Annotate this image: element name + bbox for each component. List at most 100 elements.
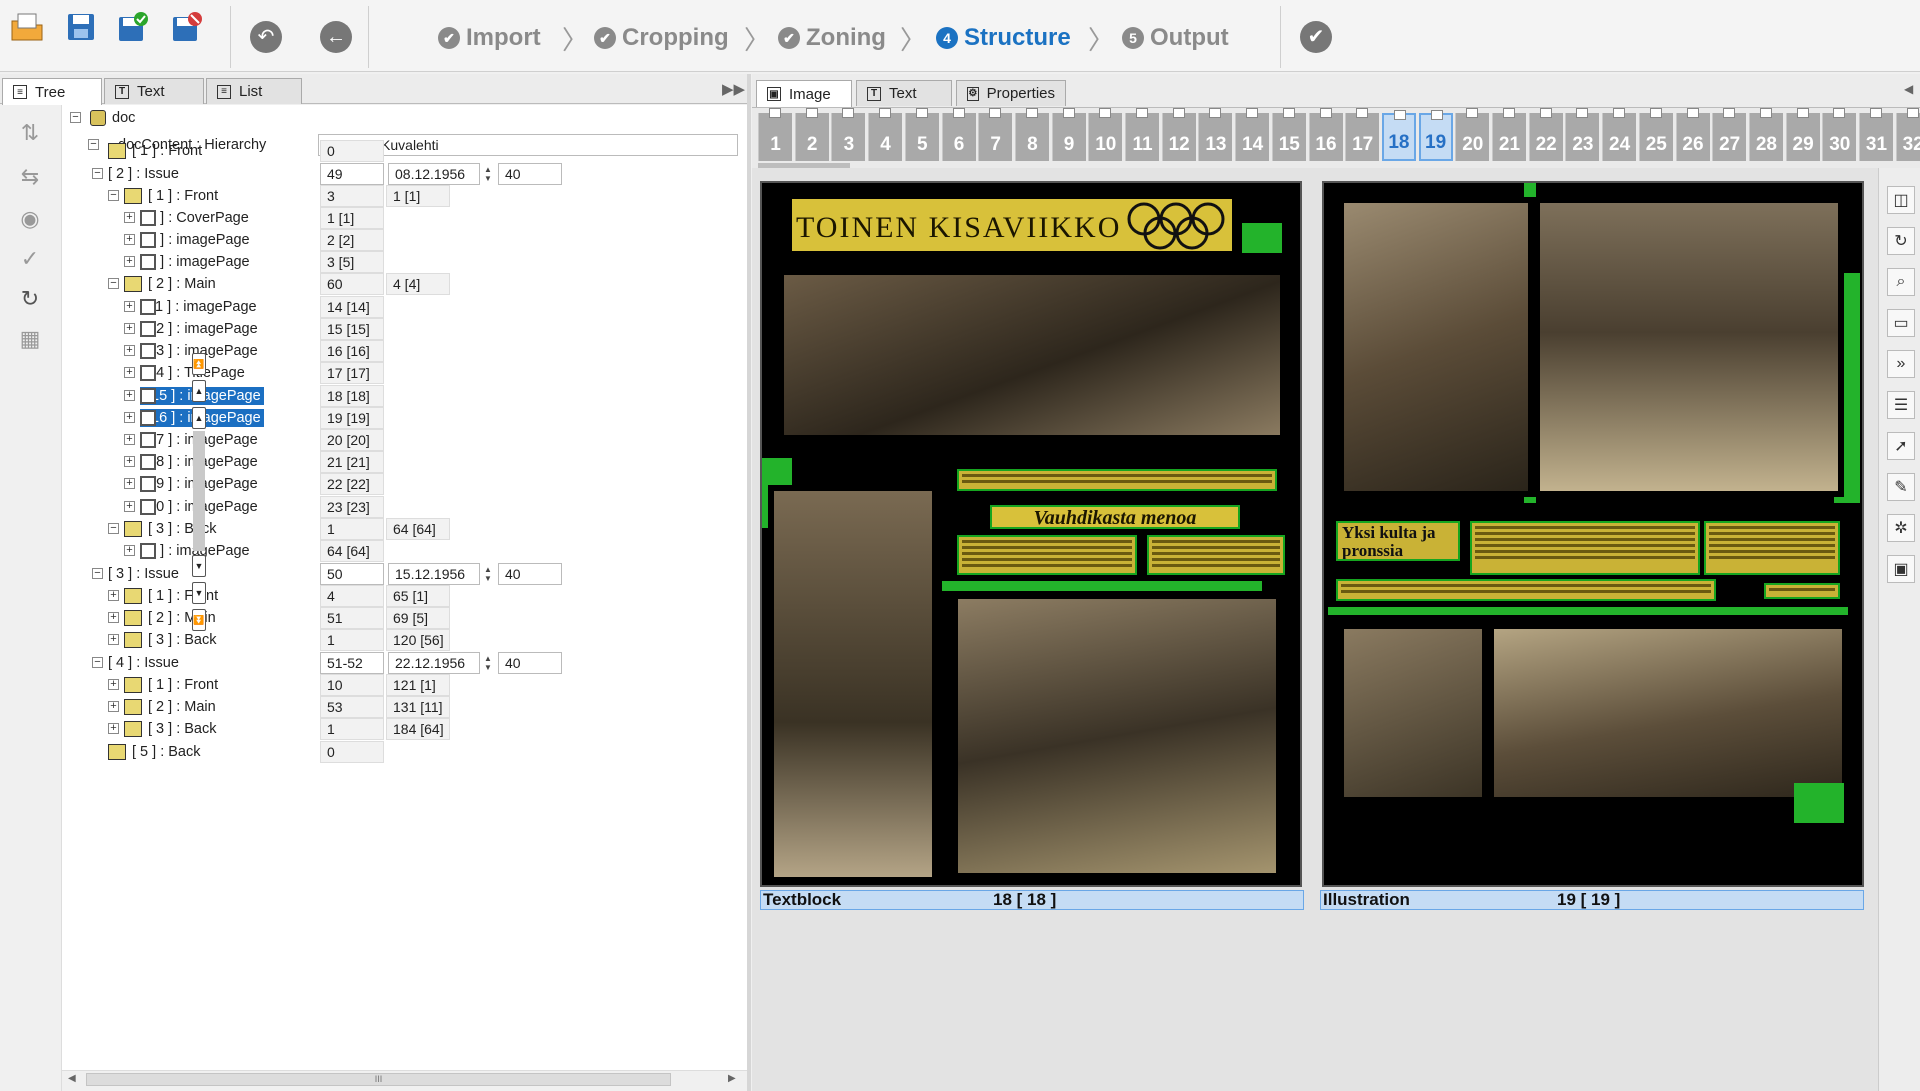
undo-icon[interactable]: ↶ — [245, 16, 287, 58]
zoom-icon[interactable]: ⌕ — [1887, 268, 1915, 296]
node-page-field[interactable]: 69 [5] — [386, 607, 450, 629]
node-count-field[interactable]: 15 [15] — [320, 318, 384, 340]
collapse-panel-icon[interactable]: ◀ — [1904, 82, 1913, 96]
page-thumb[interactable]: 9 — [1051, 108, 1086, 161]
check-node-icon[interactable]: ✓ — [16, 245, 44, 273]
node-count-field[interactable]: 22 [22] — [320, 473, 384, 495]
scroll-right-icon[interactable]: ▶ — [728, 1073, 736, 1084]
page-thumb[interactable]: 5 — [904, 108, 939, 161]
page-19-caption[interactable]: Illustration 19 [ 19 ] — [1320, 890, 1864, 910]
move-up-icon[interactable]: ▲ — [192, 380, 206, 402]
step-zoning[interactable]: ✔ Zoning — [778, 24, 886, 52]
next-pages-icon[interactable]: » — [1887, 350, 1915, 378]
draw-icon[interactable]: ✎ — [1887, 473, 1915, 501]
page-thumb[interactable]: 8 — [1014, 108, 1049, 161]
node-page-field[interactable]: 120 [56] — [386, 629, 450, 651]
node-count-field[interactable]: 1 — [320, 718, 384, 740]
node-count-field[interactable]: 21 [21] — [320, 451, 384, 473]
node-count-field[interactable]: 18 [18] — [320, 385, 384, 407]
node-count-field[interactable]: 14 [14] — [320, 296, 384, 318]
text-lines-icon[interactable]: ☰ — [1887, 391, 1915, 419]
page-thumb[interactable]: 30 — [1822, 108, 1857, 161]
tab-text[interactable]: T Text — [104, 78, 204, 104]
node-count-field[interactable]: 0 — [320, 741, 384, 763]
page-thumb[interactable]: 1 — [758, 108, 792, 161]
move-node-icon[interactable]: ⇅ — [16, 119, 44, 147]
node-count-field[interactable]: 53 — [320, 696, 384, 718]
finish-icon[interactable]: ✔ — [1295, 16, 1337, 58]
tree-node[interactable]: [ 1 ] : Front — [124, 185, 218, 207]
expand-icon[interactable]: + — [124, 234, 135, 245]
page-thumb[interactable]: 13 — [1198, 108, 1233, 161]
tab-list[interactable]: ≡ List — [206, 78, 302, 104]
pointer-icon[interactable]: ➚ — [1887, 432, 1915, 460]
page-thumb[interactable]: 24 — [1602, 108, 1637, 161]
node-count-field[interactable]: 4 — [320, 585, 384, 607]
expand-icon[interactable]: + — [124, 434, 135, 445]
collapse-icon[interactable]: − — [92, 568, 103, 579]
node-count-field[interactable]: 1 — [320, 518, 384, 540]
page-thumb[interactable]: 11 — [1125, 108, 1159, 161]
page-thumb[interactable]: 2 — [794, 108, 829, 161]
scroll-left-icon[interactable]: ◀ — [68, 1073, 76, 1084]
expand-icon[interactable]: + — [124, 367, 135, 378]
node-count-field[interactable]: 64 [64] — [320, 540, 384, 562]
tree-node[interactable]: [ 1 ] : CoverPage — [140, 207, 249, 229]
node-count-field[interactable]: 16 [16] — [320, 340, 384, 362]
film-icon[interactable]: ✲ — [1887, 514, 1915, 542]
expand-icon[interactable]: + — [108, 612, 119, 623]
tree-horizontal-scrollbar[interactable]: ◀ III ▶ — [62, 1070, 747, 1088]
node-page-field[interactable]: 131 [11] — [386, 696, 450, 718]
step-import[interactable]: ✔ Import — [438, 24, 541, 52]
date-spinner[interactable]: ▲ ▼ — [481, 563, 495, 585]
page-thumb[interactable]: 14 — [1235, 108, 1270, 161]
page-thumb[interactable]: 10 — [1088, 108, 1123, 161]
expand-icon[interactable]: + — [124, 478, 135, 489]
node-count-field[interactable]: 1 — [320, 629, 384, 651]
scroll-thumb[interactable]: III — [86, 1073, 671, 1086]
tree-node[interactable]: [ 3 ] : Back — [124, 718, 217, 740]
page-19[interactable]: Yksi kulta ja pronssia — [1322, 181, 1864, 887]
node-page-field[interactable]: 65 [1] — [386, 585, 450, 607]
page-thumb[interactable]: 6 — [941, 108, 976, 161]
page-thumb[interactable]: 12 — [1161, 108, 1196, 161]
approve-node-icon[interactable]: ◉ — [16, 205, 44, 233]
expand-icon[interactable]: + — [124, 501, 135, 512]
expand-icon[interactable]: + — [124, 545, 135, 556]
expand-icon[interactable]: + — [108, 679, 119, 690]
page-thumb[interactable]: 22 — [1528, 108, 1563, 161]
reorder-track[interactable] — [193, 431, 205, 551]
page-thumb[interactable]: 3 — [831, 108, 866, 161]
page-thumb[interactable]: 19 — [1418, 110, 1453, 161]
open-folder-icon[interactable] — [6, 6, 48, 48]
save-approve-icon[interactable] — [112, 6, 154, 48]
node-count-field[interactable]: 23 [23] — [320, 496, 384, 518]
expand-icon[interactable]: + — [124, 390, 135, 401]
tree-node[interactable]: [ 3 ] : Issue — [108, 563, 179, 585]
node-page-field[interactable]: 64 [64] — [386, 518, 450, 540]
expand-icon[interactable]: + — [108, 634, 119, 645]
save-icon[interactable] — [60, 6, 102, 48]
page-18[interactable]: TOINEN KISAVIIKKO Vauhdikasta menoa — [760, 181, 1302, 887]
move-down-icon[interactable]: ▼ — [192, 555, 206, 577]
page-thumb[interactable]: 26 — [1675, 108, 1710, 161]
back-icon[interactable]: ← — [315, 16, 357, 58]
double-page-icon[interactable]: ◫ — [1887, 186, 1915, 214]
expand-icon[interactable]: + — [124, 345, 135, 356]
refresh-icon[interactable]: ↻ — [16, 285, 44, 313]
expand-icon[interactable]: + — [124, 301, 135, 312]
page-thumb[interactable]: 7 — [978, 108, 1013, 161]
tree-node[interactable]: [ 1 ] : Front — [124, 674, 218, 696]
tree-node[interactable]: [ 2 ] : imagePage — [140, 229, 250, 251]
node-count-field[interactable]: 17 [17] — [320, 362, 384, 384]
issue-number-field[interactable]: 50 — [320, 563, 384, 585]
move-down-bottom-icon[interactable]: ⏬ — [192, 609, 206, 631]
node-page-field[interactable]: 1 [1] — [386, 185, 450, 207]
save-reject-icon[interactable] — [166, 6, 208, 48]
date-spinner[interactable]: ▲ ▼ — [481, 163, 495, 185]
frame-icon[interactable]: ▣ — [1887, 555, 1915, 583]
move-up-icon[interactable]: ▲ — [192, 407, 206, 429]
step-output[interactable]: 5 Output — [1122, 24, 1229, 52]
expand-icon[interactable]: + — [124, 412, 135, 423]
node-count-field[interactable]: 3 [5] — [320, 251, 384, 273]
